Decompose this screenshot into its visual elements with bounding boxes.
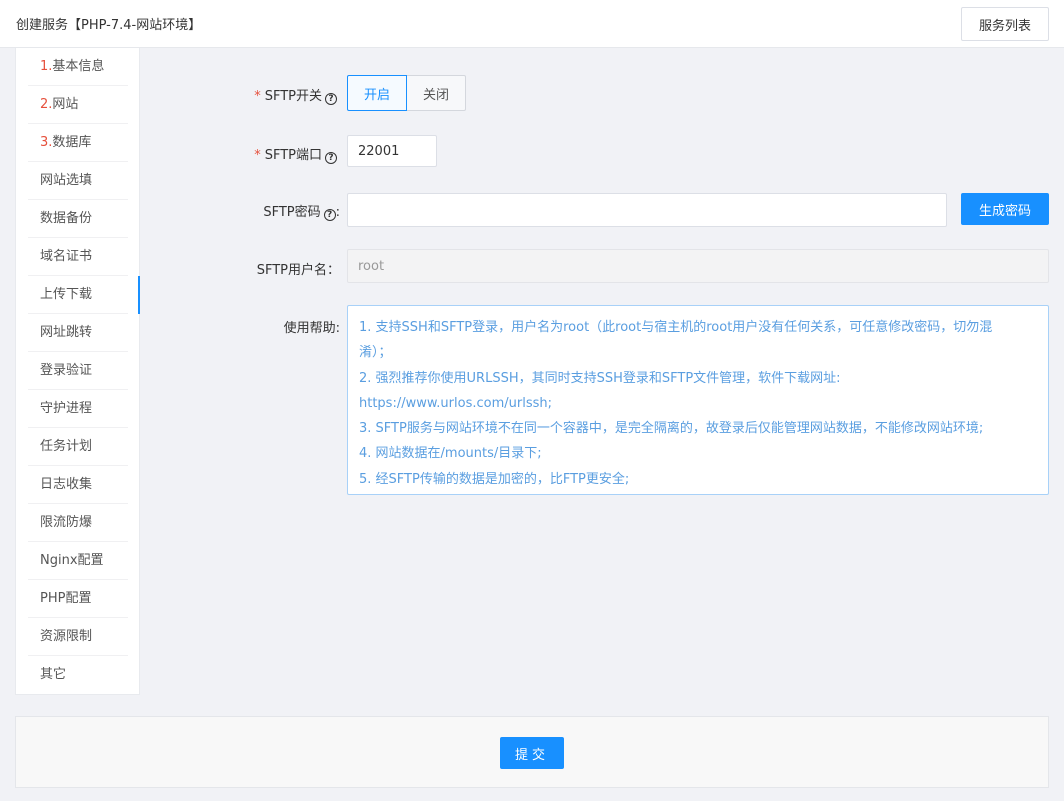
help-line: 3. SFTP服务与网站环境不在同一个容器中，是完全隔离的，故登录后仅能管理网站… bbox=[359, 421, 984, 437]
page-title: 创建服务【PHP-7.4-网站环境】 bbox=[16, 18, 202, 33]
sftp-port-input[interactable] bbox=[347, 135, 437, 167]
sidebar-item-login-auth[interactable]: 登录验证 bbox=[28, 352, 128, 390]
help-line: 2. 强烈推荐你使用URLSSH，其同时支持SSH登录和SFTP文件管理，软件下… bbox=[359, 370, 841, 386]
sftp-password-input[interactable] bbox=[347, 193, 947, 227]
sidebar-item-rate-limit[interactable]: 限流防爆 bbox=[28, 504, 128, 542]
question-icon[interactable]: ? bbox=[325, 93, 337, 105]
sftp-switch-label: * SFTP开关? bbox=[137, 85, 337, 105]
sidebar-item-log-collect[interactable]: 日志收集 bbox=[28, 466, 128, 504]
sidebar-item-database[interactable]: 3.数据库 bbox=[28, 124, 128, 162]
sidebar-item-other[interactable]: 其它 bbox=[28, 656, 128, 694]
sidebar-item-domain-cert[interactable]: 域名证书 bbox=[28, 238, 128, 276]
question-icon[interactable]: ? bbox=[325, 152, 337, 164]
help-line: https://www.urlos.com/urlssh; bbox=[359, 395, 552, 411]
generate-password-button[interactable]: 生成密码 bbox=[961, 193, 1049, 225]
service-list-button[interactable]: 服务列表 bbox=[961, 7, 1049, 41]
sidebar-nav: 1.基本信息 2.网站 3.数据库 网站选填 数据备份 域名证书 上传下载 网址… bbox=[15, 48, 140, 695]
form-footer: 提交 bbox=[15, 716, 1049, 788]
question-icon[interactable]: ? bbox=[323, 209, 336, 221]
sftp-off-button[interactable]: 关闭 bbox=[407, 75, 466, 111]
help-label: 使用帮助: bbox=[283, 321, 340, 336]
sidebar-item-php-config[interactable]: PHP配置 bbox=[28, 580, 128, 618]
sftp-password-label: SFTP密码?: bbox=[263, 205, 340, 221]
sidebar-item-website-optional[interactable]: 网站选填 bbox=[28, 162, 128, 200]
sftp-switch-toggle: 开启 关闭 bbox=[347, 75, 466, 111]
sidebar-item-cron[interactable]: 任务计划 bbox=[28, 428, 128, 466]
sftp-port-label: * SFTP端口? bbox=[137, 144, 337, 164]
sidebar-item-resource-limit[interactable]: 资源限制 bbox=[28, 618, 128, 656]
help-text-box: 1. 支持SSH和SFTP登录，用户名为root（此root与宿主机的root用… bbox=[347, 305, 1049, 495]
submit-button[interactable]: 提交 bbox=[500, 737, 564, 769]
help-line: 5. 经SFTP传输的数据是加密的，比FTP更安全; bbox=[359, 471, 630, 487]
sidebar-item-url-redirect[interactable]: 网址跳转 bbox=[28, 314, 128, 352]
sidebar-item-upload-download[interactable]: 上传下载 bbox=[28, 276, 140, 314]
sidebar-item-data-backup[interactable]: 数据备份 bbox=[28, 200, 128, 238]
sidebar-item-basic-info[interactable]: 1.基本信息 bbox=[28, 48, 128, 86]
sftp-on-button[interactable]: 开启 bbox=[347, 75, 407, 111]
help-line: 1. 支持SSH和SFTP登录，用户名为root（此root与宿主机的root用… bbox=[359, 320, 993, 335]
sidebar-item-nginx-config[interactable]: Nginx配置 bbox=[28, 542, 128, 580]
sidebar-item-website[interactable]: 2.网站 bbox=[28, 86, 128, 124]
help-line: 4. 网站数据在/mounts/目录下; bbox=[359, 446, 542, 462]
top-bar: 创建服务【PHP-7.4-网站环境】 服务列表 bbox=[0, 0, 1064, 48]
sftp-username-label: SFTP用户名： bbox=[256, 263, 340, 278]
help-line: 淆）； bbox=[359, 345, 392, 361]
sidebar-item-daemon[interactable]: 守护进程 bbox=[28, 390, 128, 428]
sftp-username-input bbox=[347, 249, 1049, 283]
